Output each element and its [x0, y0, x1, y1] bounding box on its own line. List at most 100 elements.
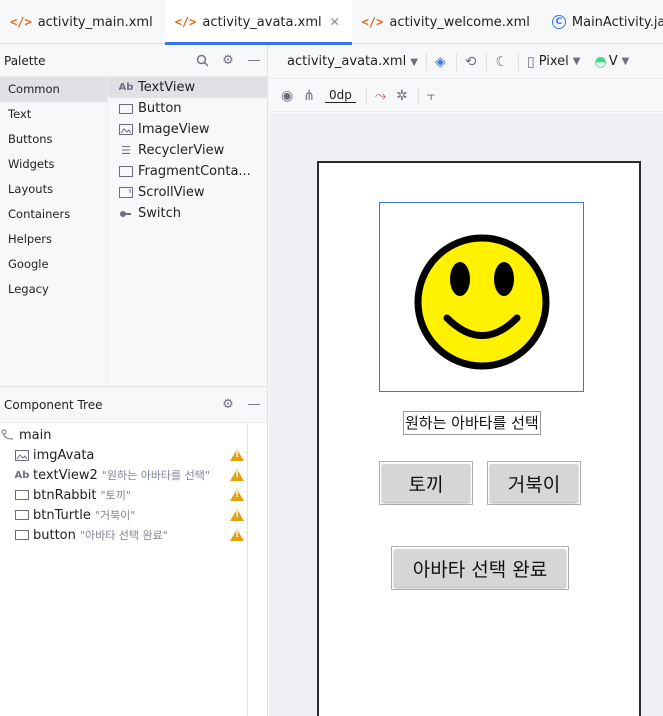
api-label: V [608, 54, 618, 69]
palette-item-label: Button [138, 101, 182, 116]
button-icon [118, 103, 134, 114]
layout-toolbar: ◉ ⋔ 0dp ⤳ ✲ ⫟ [269, 80, 663, 112]
chevron-down-icon: ▼ [410, 57, 418, 68]
device-preview: 원하는 아바타를 선택 토끼 거북이 아바타 선택 완료 [317, 161, 641, 716]
palette-item-imageview[interactable]: ImageView [108, 119, 267, 140]
design-canvas: 원하는 아바타를 선택 토끼 거북이 아바타 선택 완료 [269, 113, 663, 716]
device-label: Pixel [538, 54, 569, 69]
toolbar-divider [365, 86, 367, 105]
toolbar-divider [417, 86, 419, 105]
default-margin-field[interactable]: 0dp [324, 88, 356, 103]
orientation-icon[interactable]: ⟲ [465, 54, 477, 70]
api-selector[interactable]: ◓ V ▼ [595, 54, 630, 70]
close-icon[interactable]: ✕ [330, 15, 340, 29]
tree-node-label: btnTurtle [33, 507, 91, 523]
editor-toolbar: activity_avata.xml ▼ ◈ ⟲ ☾ ▯ Pixel ▼ ◓ V ▼ [269, 45, 663, 79]
avatar-image-view[interactable] [379, 202, 584, 392]
palette-item-textview[interactable]: Ab TextView [108, 77, 267, 98]
button-icon [14, 490, 30, 500]
palette-item-label: ScrollView [138, 185, 205, 200]
android-icon: ◓ [594, 53, 607, 70]
image-icon [118, 124, 134, 135]
tab-label: activity_welcome.xml [389, 14, 530, 30]
tree-node-btnturtle[interactable]: btnTurtle "거북이" [0, 505, 267, 525]
palette-title: Palette [4, 53, 46, 68]
xml-file-icon: </> [174, 15, 197, 29]
clear-constraints-icon[interactable]: ⤳ [375, 88, 386, 104]
rabbit-button[interactable]: 토끼 [379, 461, 473, 505]
layers-icon[interactable]: ◈ [435, 54, 446, 70]
tab-label: MainActivity.java [571, 14, 663, 30]
magic-wand-icon[interactable]: ✲ [396, 88, 408, 104]
tree-node-button[interactable]: button "아바타 선택 완료" [0, 525, 267, 545]
palette-category-buttons[interactable]: Buttons [0, 127, 107, 152]
magnet-icon[interactable]: ⋔ [303, 88, 315, 104]
tab-main-activity[interactable]: C MainActivity.java [542, 0, 663, 44]
component-tree-title: Component Tree [4, 397, 103, 412]
tree-node-main[interactable]: main [0, 425, 267, 445]
device-selector[interactable]: ▯ Pixel ▼ [527, 54, 581, 70]
minimize-icon[interactable]: — [245, 52, 263, 70]
textview-icon: Ab [118, 82, 134, 93]
palette-panel: Palette ⚙ — Common Text Buttons Widgets … [0, 45, 268, 385]
tab-activity-main[interactable]: </> activity_main.xml [0, 0, 165, 44]
tab-label: activity_main.xml [37, 14, 153, 30]
palette-item-button[interactable]: Button [108, 98, 267, 119]
avatar-done-button[interactable]: 아바타 선택 완료 [391, 546, 569, 590]
palette-category-common[interactable]: Common [0, 77, 107, 102]
java-class-icon: C [551, 15, 566, 29]
tree-node-text: "거북이" [94, 509, 136, 522]
component-tree-panel: Component Tree ⚙ — main imgAvata Ab text… [0, 386, 268, 716]
smiley-face-icon [414, 234, 550, 370]
warning-icon[interactable] [230, 469, 244, 481]
palette-category-containers[interactable]: Containers [0, 202, 107, 227]
chevron-down-icon: ▼ [621, 56, 630, 67]
tab-label: activity_avata.xml [202, 14, 322, 30]
palette-item-fragmentcontainer[interactable]: FragmentConta... [108, 161, 267, 182]
rabbit-button-label: 토끼 [382, 464, 470, 502]
search-icon[interactable] [193, 52, 211, 70]
gear-icon[interactable]: ⚙ [219, 396, 237, 414]
warning-icon[interactable] [230, 449, 244, 461]
palette-header: Palette ⚙ — [0, 45, 267, 77]
palette-item-recyclerview[interactable]: ☰ RecyclerView [108, 140, 267, 161]
tree-node-textview2[interactable]: Ab textView2 "원하는 아바타를 선택" [0, 465, 267, 485]
tree-node-label: main [19, 427, 52, 443]
guidelines-icon[interactable]: ⫟ [427, 88, 435, 104]
file-selector[interactable]: activity_avata.xml ▼ [287, 54, 418, 69]
avatar-done-button-label: 아바타 선택 완료 [394, 549, 566, 587]
tab-activity-avata[interactable]: </> activity_avata.xml ✕ [164, 0, 352, 45]
file-selector-label: activity_avata.xml [287, 54, 407, 69]
night-mode-icon[interactable]: ☾ [495, 54, 508, 70]
minimize-icon[interactable]: — [245, 396, 263, 414]
palette-categories: Common Text Buttons Widgets Layouts Cont… [0, 77, 108, 385]
constraint-layout-icon [0, 429, 16, 441]
toolbar-divider [425, 52, 427, 71]
palette-category-widgets[interactable]: Widgets [0, 152, 107, 177]
eye-icon[interactable]: ◉ [281, 88, 293, 104]
palette-item-scrollview[interactable]: ScrollView [108, 182, 267, 203]
palette-item-label: FragmentConta... [138, 164, 251, 179]
tree-node-imgavata[interactable]: imgAvata [0, 445, 267, 465]
tree-node-btnrabbit[interactable]: btnRabbit "토끼" [0, 485, 267, 505]
palette-category-legacy[interactable]: Legacy [0, 277, 107, 302]
palette-item-switch[interactable]: Switch [108, 203, 267, 224]
tab-activity-welcome[interactable]: </> activity_welcome.xml [352, 0, 542, 44]
warning-icon[interactable] [230, 489, 244, 501]
textview-icon: Ab [14, 469, 30, 481]
gear-icon[interactable]: ⚙ [219, 52, 237, 70]
palette-category-google[interactable]: Google [0, 252, 107, 277]
palette-category-text[interactable]: Text [0, 102, 107, 127]
avatar-caption-text: 원하는 아바타를 선택 [403, 411, 541, 435]
palette-item-label: TextView [138, 80, 196, 95]
warning-icon[interactable] [230, 529, 244, 541]
turtle-button[interactable]: 거북이 [487, 461, 581, 505]
warning-icon[interactable] [230, 509, 244, 521]
tree-node-label: btnRabbit [33, 487, 97, 503]
button-icon [14, 530, 30, 540]
toolbar-divider [455, 52, 457, 71]
tree-node-label: imgAvata [33, 447, 95, 463]
chevron-down-icon: ▼ [572, 56, 581, 67]
palette-category-helpers[interactable]: Helpers [0, 227, 107, 252]
palette-category-layouts[interactable]: Layouts [0, 177, 107, 202]
